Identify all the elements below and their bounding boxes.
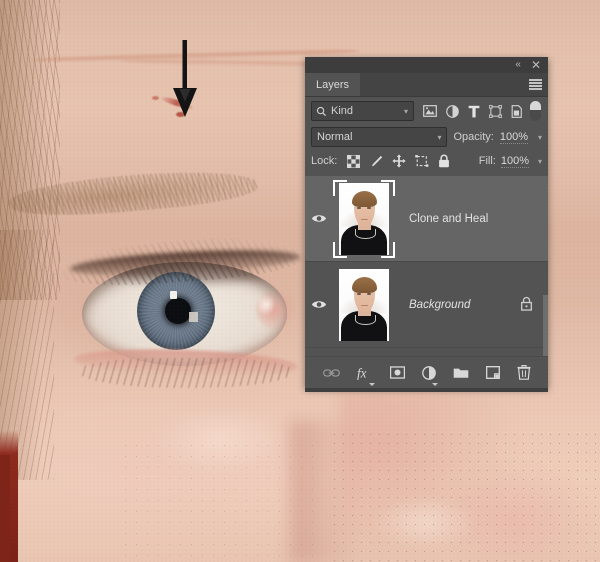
layer-visibility-toggle[interactable] — [305, 213, 333, 224]
opacity-chevron-down-icon[interactable]: ▾ — [538, 133, 542, 142]
skin-pores-cheek — [120, 440, 320, 562]
search-icon — [316, 106, 327, 117]
blend-mode-value: Normal — [317, 131, 352, 143]
type-layer-filter-icon[interactable] — [468, 105, 480, 118]
layers-panel[interactable]: « ✕ Layers Kind ▾ — [305, 57, 548, 388]
layer-list[interactable]: Clone and Heal — [305, 176, 548, 357]
opacity-label: Opacity: — [453, 131, 493, 143]
panel-titlebar: « ✕ — [305, 57, 548, 73]
lock-label: Lock: — [311, 155, 337, 167]
arrow-icon — [168, 40, 202, 118]
table-row[interactable]: Clone and Heal — [305, 176, 548, 262]
eye — [22, 246, 300, 382]
eye-icon — [311, 299, 327, 310]
layers-panel-footer: fx — [305, 356, 548, 388]
lower-eyelashes — [80, 358, 292, 388]
layer-thumbnail — [339, 269, 389, 341]
new-fill-adjustment-layer-icon[interactable] — [422, 366, 436, 380]
chevron-down-icon: ▾ — [437, 133, 441, 142]
opacity-value[interactable]: 100% — [500, 131, 528, 144]
collapse-panel-button[interactable]: « — [515, 60, 521, 70]
layer-filter-row: Kind ▾ — [305, 97, 548, 125]
fill-label: Fill: — [479, 155, 496, 167]
blend-opacity-row: Normal ▾ Opacity: 100% ▾ — [305, 125, 548, 149]
tear-duct-highlight — [258, 292, 274, 318]
blend-mode-select[interactable]: Normal ▾ — [311, 127, 447, 147]
pixel-layer-filter-icon[interactable] — [423, 105, 437, 117]
screenshot-root: « ✕ Layers Kind ▾ — [0, 0, 600, 562]
hamburger-menu-icon[interactable] — [529, 79, 542, 90]
filter-kind-select[interactable]: Kind ▾ — [311, 101, 414, 121]
skin-pores-nose — [330, 430, 600, 562]
close-panel-button[interactable]: ✕ — [531, 59, 541, 71]
filter-kind-label: Kind — [331, 105, 353, 117]
lock-all-icon[interactable] — [438, 154, 450, 168]
lock-artboard-nesting-icon[interactable] — [415, 155, 429, 168]
dropdown-triangle-icon — [369, 383, 375, 386]
lock-row: Lock: — [305, 149, 548, 173]
panel-tab-row: Layers — [305, 73, 548, 97]
scrollbar-thumb[interactable] — [543, 295, 548, 357]
fill-value[interactable]: 100% — [501, 155, 529, 168]
lock-icons — [347, 154, 450, 168]
tab-layers[interactable]: Layers — [305, 73, 360, 96]
annotation-arrow — [168, 40, 202, 123]
pupil — [165, 298, 191, 324]
lock-position-icon[interactable] — [392, 154, 406, 168]
thumbnail-selection-brackets — [333, 180, 395, 258]
filter-type-icons — [423, 105, 523, 118]
table-row[interactable]: Background — [305, 262, 548, 348]
svg-text:fx: fx — [357, 366, 367, 380]
add-layer-mask-icon[interactable] — [390, 366, 405, 379]
chevron-down-icon: ▾ — [404, 107, 408, 116]
portrait-thumbnail — [339, 269, 389, 341]
layer-thumbnail-wrapper[interactable] — [333, 180, 395, 258]
eye-icon — [311, 213, 327, 224]
smart-object-filter-icon[interactable] — [511, 105, 523, 118]
dropdown-triangle-icon — [432, 383, 438, 386]
layer-lock-status — [520, 296, 533, 314]
new-group-icon[interactable] — [453, 366, 469, 379]
delete-layer-icon[interactable] — [517, 365, 531, 380]
layer-name-label[interactable]: Clone and Heal — [409, 213, 488, 225]
lock-image-pixels-icon[interactable] — [369, 155, 383, 168]
panel-bottom-edge — [305, 388, 548, 392]
layer-list-scrollbar[interactable] — [543, 295, 548, 326]
tab-layers-label: Layers — [316, 79, 349, 91]
red-backdrop-core — [0, 455, 10, 562]
catchlight-highlight — [170, 291, 177, 299]
shape-layer-filter-icon[interactable] — [489, 105, 502, 118]
new-layer-icon[interactable] — [486, 366, 500, 379]
lock-transparent-pixels-icon[interactable] — [347, 155, 360, 168]
layer-thumbnail-wrapper[interactable] — [333, 266, 395, 344]
forehead-blemish-spot-secondary — [152, 96, 159, 100]
layer-visibility-toggle[interactable] — [305, 299, 333, 310]
link-layers-icon[interactable] — [323, 368, 340, 378]
layer-name-label[interactable]: Background — [409, 299, 470, 311]
catchlight-secondary — [189, 312, 198, 322]
fill-chevron-down-icon[interactable]: ▾ — [538, 157, 542, 166]
adjustment-layer-filter-icon[interactable] — [446, 105, 459, 118]
layer-style-fx-icon[interactable]: fx — [357, 366, 373, 380]
lock-icon — [520, 296, 533, 311]
filter-enable-toggle[interactable] — [530, 101, 541, 121]
fill-group: Fill: 100% ▾ — [479, 155, 542, 168]
